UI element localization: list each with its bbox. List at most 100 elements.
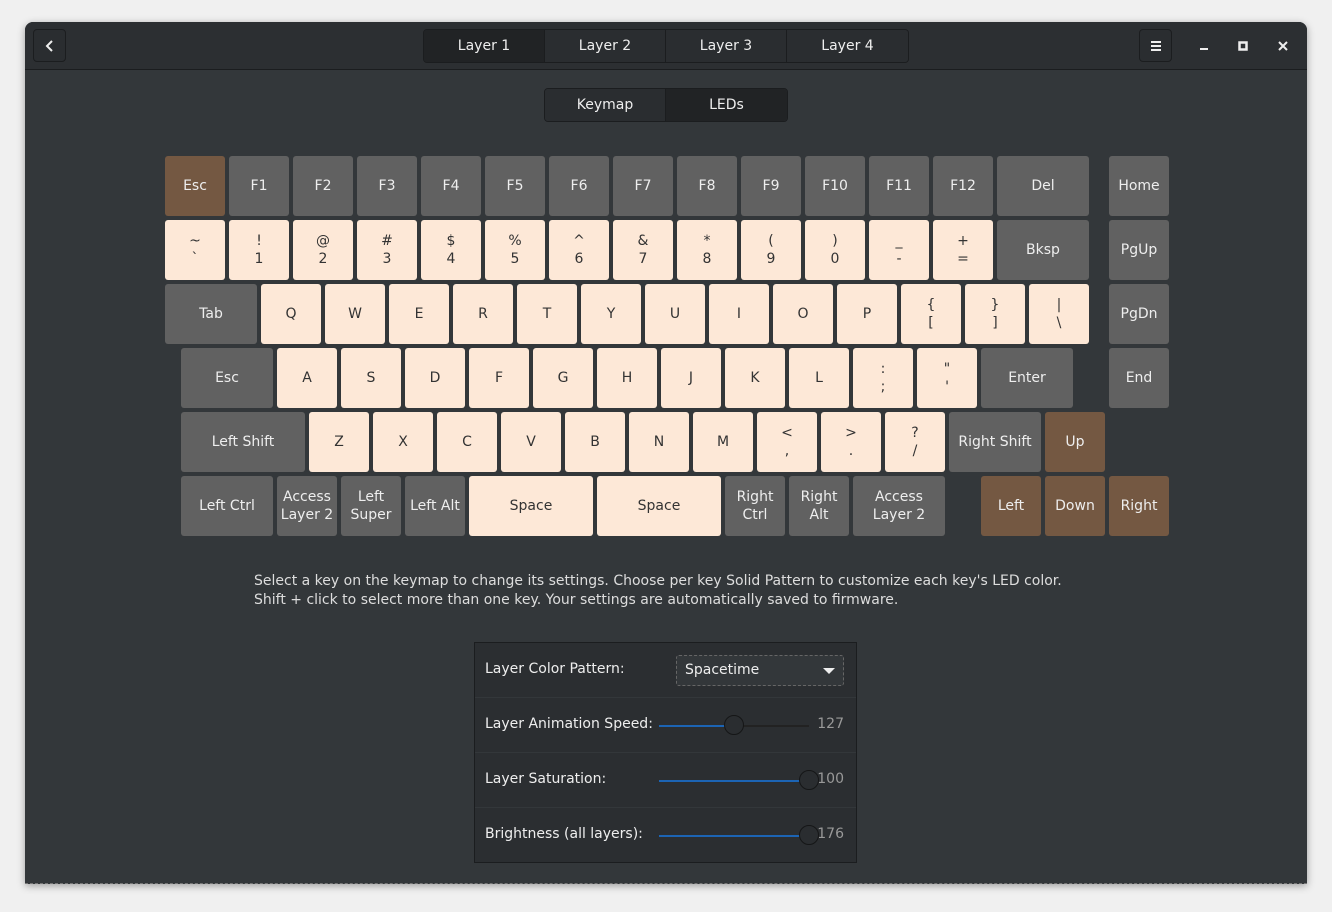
key-esc[interactable]: Esc <box>165 156 225 216</box>
key-~-`[interactable]: ~ ` <box>165 220 225 280</box>
key-s[interactable]: S <box>341 348 401 408</box>
key-o[interactable]: O <box>773 284 833 344</box>
key-f7[interactable]: F7 <box>613 156 673 216</box>
key-f4[interactable]: F4 <box>421 156 481 216</box>
key-@-2[interactable]: @2 <box>293 220 353 280</box>
key-down[interactable]: Down <box>1045 476 1105 536</box>
slider-thumb[interactable] <box>799 825 819 845</box>
tab-layer-4[interactable]: Layer 4 <box>787 30 908 62</box>
key-d[interactable]: D <box>405 348 465 408</box>
key-x[interactable]: X <box>373 412 433 472</box>
key-access-layer-2[interactable]: Access Layer 2 <box>853 476 945 536</box>
key-$-4[interactable]: $4 <box>421 220 481 280</box>
key-f8[interactable]: F8 <box>677 156 737 216</box>
key-left-alt[interactable]: Left Alt <box>405 476 465 536</box>
key-q[interactable]: Q <box>261 284 321 344</box>
key-left-super[interactable]: Left Super <box>341 476 401 536</box>
key-end[interactable]: End <box>1109 348 1169 408</box>
slider-track[interactable] <box>659 770 819 790</box>
pattern-dropdown[interactable]: Spacetime <box>676 655 844 686</box>
key-^-6[interactable]: ^ 6 <box>549 220 609 280</box>
key-right-shift[interactable]: Right Shift <box>949 412 1041 472</box>
key-f1[interactable]: F1 <box>229 156 289 216</box>
key-<-,[interactable]: <, <box>757 412 817 472</box>
key-n[interactable]: N <box>629 412 689 472</box>
key-left-shift[interactable]: Left Shift <box>181 412 305 472</box>
key-c[interactable]: C <box>437 412 497 472</box>
key-f3[interactable]: F3 <box>357 156 417 216</box>
key-b[interactable]: B <box>565 412 625 472</box>
key-f9[interactable]: F9 <box>741 156 801 216</box>
key-y[interactable]: Y <box>581 284 641 344</box>
key-u[interactable]: U <box>645 284 705 344</box>
key-)-0[interactable]: ) 0 <box>805 220 865 280</box>
key-pgup[interactable]: PgUp <box>1109 220 1169 280</box>
key-*-8[interactable]: * 8 <box>677 220 737 280</box>
key-#-3[interactable]: #3 <box>357 220 417 280</box>
key-g[interactable]: G <box>533 348 593 408</box>
tab-leds[interactable]: LEDs <box>666 89 787 121</box>
key-f6[interactable]: F6 <box>549 156 609 216</box>
menu-button[interactable] <box>1139 29 1172 62</box>
key-esc[interactable]: Esc <box>181 348 273 408</box>
key-|-\[interactable]: | \ <box>1029 284 1089 344</box>
key-_--[interactable]: _ - <box>869 220 929 280</box>
tab-keymap[interactable]: Keymap <box>545 89 666 121</box>
key-f2[interactable]: F2 <box>293 156 353 216</box>
key-up[interactable]: Up <box>1045 412 1105 472</box>
key-e[interactable]: E <box>389 284 449 344</box>
key-right-ctrl[interactable]: Right Ctrl <box>725 476 785 536</box>
key-f5[interactable]: F5 <box>485 156 545 216</box>
key-left[interactable]: Left <box>981 476 1041 536</box>
key-k[interactable]: K <box>725 348 785 408</box>
key-space[interactable]: Space <box>597 476 721 536</box>
key-i[interactable]: I <box>709 284 769 344</box>
slider-thumb[interactable] <box>799 770 819 790</box>
key-t[interactable]: T <box>517 284 577 344</box>
key-}-][interactable]: }] <box>965 284 1025 344</box>
key-l[interactable]: L <box>789 348 849 408</box>
key-!-1[interactable]: ! 1 <box>229 220 289 280</box>
key-(-9[interactable]: (9 <box>741 220 801 280</box>
key-j[interactable]: J <box>661 348 721 408</box>
key-?-/[interactable]: ? / <box>885 412 945 472</box>
key-%-5[interactable]: % 5 <box>485 220 545 280</box>
close-button[interactable] <box>1271 34 1295 58</box>
minimize-button[interactable] <box>1192 34 1216 58</box>
key-right[interactable]: Right <box>1109 476 1169 536</box>
key-tab[interactable]: Tab <box>165 284 257 344</box>
key-left-ctrl[interactable]: Left Ctrl <box>181 476 273 536</box>
key-&-7[interactable]: & 7 <box>613 220 673 280</box>
key-r[interactable]: R <box>453 284 513 344</box>
key-del[interactable]: Del <box>997 156 1089 216</box>
tab-layer-3[interactable]: Layer 3 <box>666 30 787 62</box>
key-:-;[interactable]: :; <box>853 348 913 408</box>
key-bksp[interactable]: Bksp <box>997 220 1089 280</box>
key-w[interactable]: W <box>325 284 385 344</box>
key-f[interactable]: F <box>469 348 529 408</box>
key-"-'[interactable]: " ' <box>917 348 977 408</box>
key-pgdn[interactable]: PgDn <box>1109 284 1169 344</box>
maximize-button[interactable] <box>1231 34 1255 58</box>
key-z[interactable]: Z <box>309 412 369 472</box>
key-space[interactable]: Space <box>469 476 593 536</box>
back-button[interactable] <box>33 29 66 62</box>
slider-track[interactable] <box>659 825 819 845</box>
key-m[interactable]: M <box>693 412 753 472</box>
key-+-=[interactable]: + = <box>933 220 993 280</box>
key-right-alt[interactable]: Right Alt <box>789 476 849 536</box>
key-v[interactable]: V <box>501 412 561 472</box>
key-home[interactable]: Home <box>1109 156 1169 216</box>
key-f12[interactable]: F12 <box>933 156 993 216</box>
key-p[interactable]: P <box>837 284 897 344</box>
key-f10[interactable]: F10 <box>805 156 865 216</box>
key-a[interactable]: A <box>277 348 337 408</box>
key-h[interactable]: H <box>597 348 657 408</box>
key-access-layer-2[interactable]: Access Layer 2 <box>277 476 337 536</box>
key-f11[interactable]: F11 <box>869 156 929 216</box>
key-enter[interactable]: Enter <box>981 348 1073 408</box>
tab-layer-1[interactable]: Layer 1 <box>424 30 545 62</box>
slider-track[interactable] <box>659 715 809 735</box>
key-{-[[interactable]: {[ <box>901 284 961 344</box>
key->-.[interactable]: >. <box>821 412 881 472</box>
